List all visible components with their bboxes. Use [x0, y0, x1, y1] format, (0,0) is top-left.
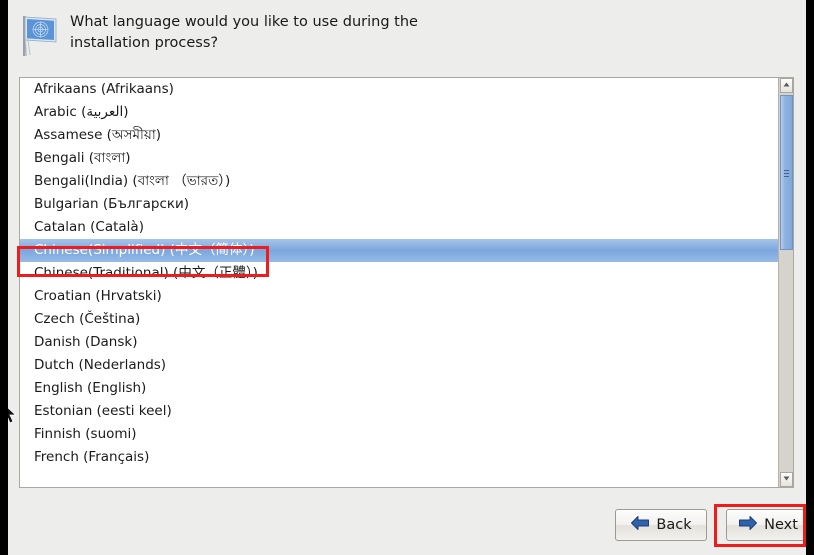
chevron-up-icon[interactable]	[780, 78, 793, 93]
list-item[interactable]: Bengali (বাংলা)	[20, 147, 779, 170]
list-item[interactable]: Assamese (অসমীয়া)	[20, 124, 779, 147]
list-item[interactable]: Estonian (eesti keel)	[20, 400, 779, 423]
arrow-right-icon	[738, 515, 758, 535]
list-item[interactable]: Czech (Čeština)	[20, 308, 779, 331]
list-item[interactable]: Croatian (Hrvatski)	[20, 285, 779, 308]
mouse-pointer-icon	[8, 402, 18, 426]
list-item[interactable]: Bengali(India) (বাংলা （ভারত）)	[20, 170, 779, 193]
vertical-scrollbar[interactable]	[778, 78, 793, 487]
list-item-selected[interactable]: Chinese(Simplified) (中文（简体）)	[20, 239, 779, 262]
next-button[interactable]: Next	[726, 509, 806, 541]
next-button-label: Next	[764, 517, 798, 533]
header: What language would you like to use duri…	[8, 0, 806, 66]
list-item[interactable]: Chinese(Traditional) (中文（正體）)	[20, 262, 779, 285]
installer-window: What language would you like to use duri…	[8, 0, 806, 555]
language-list[interactable]: Afrikaans (Afrikaans) Arabic (العربية) A…	[20, 78, 779, 469]
list-item[interactable]: Finnish (suomi)	[20, 423, 779, 446]
back-button-label: Back	[656, 517, 692, 533]
list-item[interactable]: French (Français)	[20, 446, 779, 469]
list-item[interactable]: Dutch (Nederlands)	[20, 354, 779, 377]
page-title: What language would you like to use duri…	[70, 14, 418, 51]
list-item[interactable]: Bulgarian (Български)	[20, 193, 779, 216]
list-item[interactable]: Afrikaans (Afrikaans)	[20, 78, 779, 101]
language-listbox[interactable]: Afrikaans (Afrikaans) Arabic (العربية) A…	[19, 77, 794, 488]
list-item[interactable]: Danish (Dansk)	[20, 331, 779, 354]
list-item[interactable]: Arabic (العربية)	[20, 101, 779, 124]
list-item[interactable]: Catalan (Català)	[20, 216, 779, 239]
arrow-left-icon	[630, 515, 650, 535]
back-button[interactable]: Back	[615, 509, 707, 541]
scrollbar-track[interactable]	[780, 250, 793, 470]
list-item[interactable]: English (English)	[20, 377, 779, 400]
chevron-down-icon[interactable]	[780, 472, 793, 487]
scrollbar-thumb[interactable]	[780, 95, 793, 250]
un-flag-icon	[16, 10, 62, 58]
